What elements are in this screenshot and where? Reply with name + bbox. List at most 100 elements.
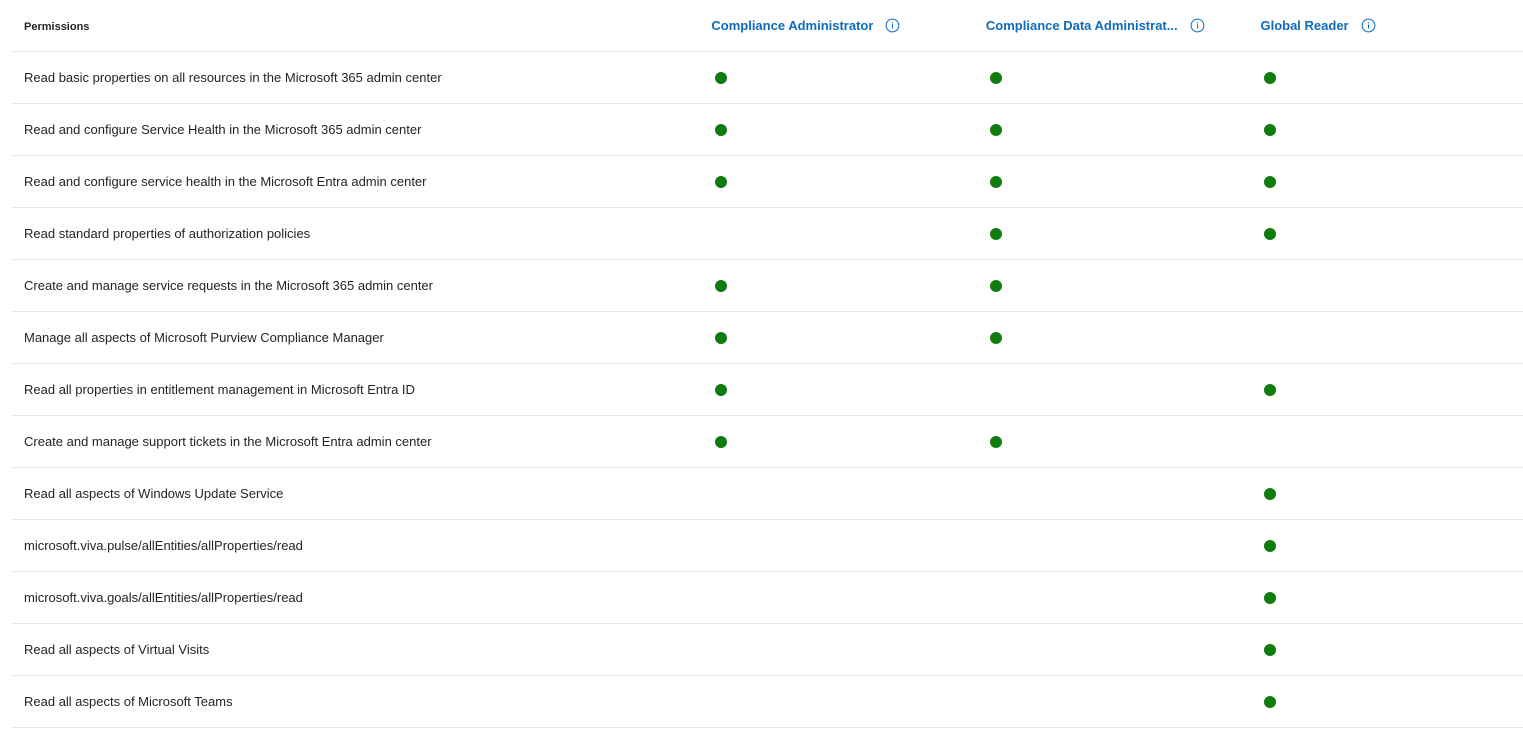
permission-label: Create and manage support tickets in the… bbox=[24, 433, 432, 449]
role-header-label[interactable]: Global Reader bbox=[1260, 18, 1348, 33]
role-permission-cell bbox=[1248, 383, 1523, 396]
permission-cell: Read all properties in entitlement manag… bbox=[12, 381, 699, 399]
permission-label: Create and manage service requests in th… bbox=[24, 277, 433, 293]
permission-label: microsoft.viva.pulse/allEntities/allProp… bbox=[24, 537, 303, 553]
granted-status-dot-icon bbox=[1264, 591, 1277, 604]
permission-cell: microsoft.viva.pulse/allEntities/allProp… bbox=[12, 537, 699, 555]
granted-status-dot-icon bbox=[715, 435, 728, 448]
granted-status-dot-icon bbox=[715, 383, 728, 396]
permission-label: Read standard properties of authorizatio… bbox=[24, 225, 311, 241]
role-permission-cell bbox=[974, 175, 1249, 188]
permission-cell: Read all aspects of Virtual Visits bbox=[12, 641, 699, 659]
permission-label: microsoft.viva.goals/allEntities/allProp… bbox=[24, 589, 303, 605]
role-permission-cell bbox=[974, 227, 1249, 240]
role-column-header-compliance-data-administrator: Compliance Data Administrat... bbox=[974, 18, 1249, 33]
info-icon[interactable] bbox=[1361, 18, 1376, 33]
role-permission-cell bbox=[1248, 487, 1523, 500]
permission-label: Read and configure service health in the… bbox=[24, 173, 427, 189]
table-row: Read and configure service health in the… bbox=[12, 156, 1523, 208]
role-permission-cell bbox=[699, 123, 974, 136]
granted-status-dot-icon bbox=[1264, 123, 1277, 136]
table-body: Read basic properties on all resources i… bbox=[12, 52, 1523, 728]
role-header-label[interactable]: Compliance Data Administrat... bbox=[986, 18, 1178, 33]
role-permission-cell bbox=[974, 435, 1249, 448]
granted-status-dot-icon bbox=[989, 227, 1002, 240]
permission-cell: Read and configure Service Health in the… bbox=[12, 121, 699, 139]
role-permission-cell bbox=[1248, 539, 1523, 552]
permission-cell: Create and manage service requests in th… bbox=[12, 277, 699, 295]
permissions-header-label: Permissions bbox=[24, 20, 90, 33]
role-header-label[interactable]: Compliance Administrator bbox=[711, 18, 873, 33]
role-permission-cell bbox=[974, 331, 1249, 344]
permission-cell: Read basic properties on all resources i… bbox=[12, 69, 699, 87]
table-row: microsoft.viva.pulse/allEntities/allProp… bbox=[12, 520, 1523, 572]
role-permission-cell bbox=[699, 279, 974, 292]
role-permission-cell bbox=[699, 175, 974, 188]
permission-cell: Read all aspects of Windows Update Servi… bbox=[12, 485, 699, 503]
permissions-table: Permissions Compliance Administrator Com… bbox=[12, 0, 1523, 728]
permission-label: Read all aspects of Microsoft Teams bbox=[24, 693, 233, 709]
info-icon[interactable] bbox=[885, 18, 900, 33]
table-row: Read all aspects of Windows Update Servi… bbox=[12, 468, 1523, 520]
permission-label: Read basic properties on all resources i… bbox=[24, 69, 442, 85]
permission-cell: Read all aspects of Microsoft Teams bbox=[12, 693, 699, 711]
granted-status-dot-icon bbox=[1264, 695, 1277, 708]
permission-label: Read all properties in entitlement manag… bbox=[24, 381, 415, 397]
role-permission-cell bbox=[974, 71, 1249, 84]
permission-cell: Read standard properties of authorizatio… bbox=[12, 225, 699, 243]
table-row: Read and configure Service Health in the… bbox=[12, 104, 1523, 156]
table-row: Read all aspects of Virtual Visits bbox=[12, 624, 1523, 676]
role-permission-cell bbox=[974, 123, 1249, 136]
granted-status-dot-icon bbox=[1264, 227, 1277, 240]
granted-status-dot-icon bbox=[989, 71, 1002, 84]
permission-cell: microsoft.viva.goals/allEntities/allProp… bbox=[12, 589, 699, 607]
permission-label: Read all aspects of Virtual Visits bbox=[24, 641, 210, 657]
granted-status-dot-icon bbox=[715, 175, 728, 188]
granted-status-dot-icon bbox=[715, 71, 728, 84]
granted-status-dot-icon bbox=[989, 175, 1002, 188]
table-row: Read basic properties on all resources i… bbox=[12, 52, 1523, 104]
table-row: Create and manage support tickets in the… bbox=[12, 416, 1523, 468]
role-column-header-compliance-administrator: Compliance Administrator bbox=[699, 18, 974, 33]
granted-status-dot-icon bbox=[989, 331, 1002, 344]
granted-status-dot-icon bbox=[1264, 383, 1277, 396]
role-permission-cell bbox=[1248, 695, 1523, 708]
granted-status-dot-icon bbox=[1264, 643, 1277, 656]
granted-status-dot-icon bbox=[715, 123, 728, 136]
granted-status-dot-icon bbox=[989, 123, 1002, 136]
role-column-header-global-reader: Global Reader bbox=[1248, 18, 1523, 33]
table-row: Read all properties in entitlement manag… bbox=[12, 364, 1523, 416]
granted-status-dot-icon bbox=[1264, 487, 1277, 500]
table-row: Read all aspects of Microsoft Teams bbox=[12, 676, 1523, 728]
permission-cell: Read and configure service health in the… bbox=[12, 173, 699, 191]
info-icon[interactable] bbox=[1190, 18, 1205, 33]
permission-label: Manage all aspects of Microsoft Purview … bbox=[24, 329, 384, 345]
permission-cell: Manage all aspects of Microsoft Purview … bbox=[12, 329, 699, 347]
role-permission-cell bbox=[699, 435, 974, 448]
role-permission-cell bbox=[1248, 175, 1523, 188]
permissions-column-header: Permissions bbox=[12, 17, 699, 35]
granted-status-dot-icon bbox=[989, 435, 1002, 448]
role-permission-cell bbox=[1248, 643, 1523, 656]
role-permission-cell bbox=[699, 383, 974, 396]
permission-label: Read and configure Service Health in the… bbox=[24, 121, 422, 137]
granted-status-dot-icon bbox=[715, 279, 728, 292]
table-row: microsoft.viva.goals/allEntities/allProp… bbox=[12, 572, 1523, 624]
permission-cell: Create and manage support tickets in the… bbox=[12, 433, 699, 451]
role-permission-cell bbox=[699, 71, 974, 84]
role-permission-cell bbox=[974, 279, 1249, 292]
role-permission-cell bbox=[1248, 123, 1523, 136]
role-permission-cell bbox=[1248, 591, 1523, 604]
granted-status-dot-icon bbox=[1264, 71, 1277, 84]
granted-status-dot-icon bbox=[715, 331, 728, 344]
role-permission-cell bbox=[1248, 71, 1523, 84]
table-row: Read standard properties of authorizatio… bbox=[12, 208, 1523, 260]
granted-status-dot-icon bbox=[989, 279, 1002, 292]
table-header: Permissions Compliance Administrator Com… bbox=[12, 0, 1523, 52]
role-permission-cell bbox=[1248, 227, 1523, 240]
table-row: Manage all aspects of Microsoft Purview … bbox=[12, 312, 1523, 364]
role-permission-cell bbox=[699, 331, 974, 344]
permission-label: Read all aspects of Windows Update Servi… bbox=[24, 485, 284, 501]
granted-status-dot-icon bbox=[1264, 539, 1277, 552]
table-row: Create and manage service requests in th… bbox=[12, 260, 1523, 312]
